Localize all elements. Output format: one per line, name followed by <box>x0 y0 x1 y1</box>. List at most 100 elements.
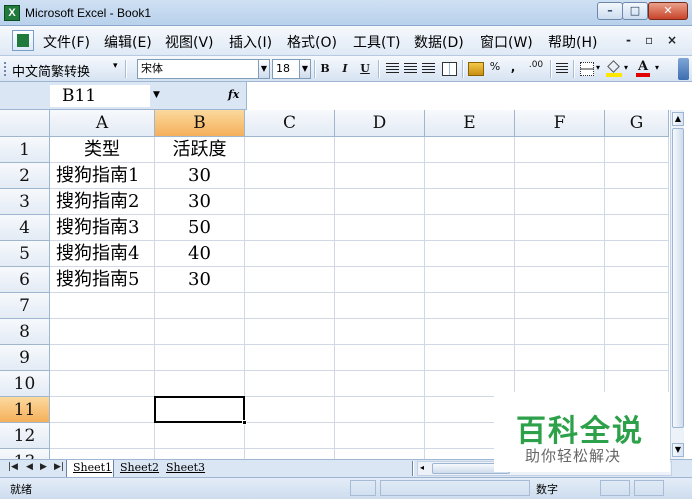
menu-insert[interactable]: 插入(I) <box>229 32 272 52</box>
cell-a5[interactable]: 搜狗指南4 <box>50 241 155 267</box>
scroll-down-icon[interactable]: ▼ <box>672 443 684 457</box>
cell-c7[interactable] <box>245 293 335 319</box>
cell-b10[interactable] <box>155 371 245 397</box>
font-size-dropdown-icon[interactable]: ▼ <box>299 59 311 79</box>
cell-f2[interactable] <box>515 163 605 189</box>
scroll-thumb[interactable] <box>672 128 684 428</box>
cell-e7[interactable] <box>425 293 515 319</box>
cell-e2[interactable] <box>425 163 515 189</box>
align-left-icon[interactable] <box>386 63 399 75</box>
cell-d7[interactable] <box>335 293 425 319</box>
sheet-tab-1[interactable]: Sheet1 <box>66 460 114 477</box>
cell-d3[interactable] <box>335 189 425 215</box>
tab-split-handle[interactable] <box>412 461 414 476</box>
cell-f3[interactable] <box>515 189 605 215</box>
cell-c2[interactable] <box>245 163 335 189</box>
maximize-button[interactable]: □ <box>622 2 648 20</box>
align-center-icon[interactable] <box>404 63 417 75</box>
percent-button[interactable]: % <box>488 60 502 78</box>
close-button[interactable]: ✕ <box>648 2 688 20</box>
fill-handle[interactable] <box>242 420 247 425</box>
sheet-tab-3[interactable]: Sheet3 <box>164 460 212 477</box>
cell-a12[interactable] <box>50 423 155 449</box>
doc-minimize-button[interactable]: - <box>626 33 631 47</box>
cell-b7[interactable] <box>155 293 245 319</box>
cell-c4[interactable] <box>245 215 335 241</box>
vertical-scrollbar[interactable]: ▲ ▼ <box>670 110 684 459</box>
cell-g9[interactable] <box>605 345 669 371</box>
cell-e1[interactable] <box>425 137 515 163</box>
previous-sheet-icon[interactable]: ◀ <box>26 462 33 472</box>
row-header-4[interactable]: 4 <box>0 215 50 241</box>
name-box[interactable]: B11 <box>50 85 150 107</box>
cell-e8[interactable] <box>425 319 515 345</box>
menu-window[interactable]: 窗口(W) <box>480 32 533 52</box>
cell-g3[interactable] <box>605 189 669 215</box>
menu-file[interactable]: 文件(F) <box>43 32 90 52</box>
cell-b3[interactable]: 30 <box>155 189 245 215</box>
cell-g6[interactable] <box>605 267 669 293</box>
borders-icon[interactable] <box>580 62 594 76</box>
name-box-dropdown-icon[interactable]: ▼ <box>153 90 160 100</box>
cell-d13[interactable] <box>335 449 425 459</box>
first-sheet-icon[interactable]: |◀ <box>8 462 18 472</box>
cell-a3[interactable]: 搜狗指南2 <box>50 189 155 215</box>
cell-b8[interactable] <box>155 319 245 345</box>
column-header-c[interactable]: C <box>245 110 335 137</box>
column-header-f[interactable]: F <box>515 110 605 137</box>
chevron-down-icon[interactable]: ▾ <box>624 63 628 72</box>
cell-b1[interactable]: 活跃度 <box>155 137 245 163</box>
decrease-indent-icon[interactable] <box>556 63 568 75</box>
chevron-down-icon[interactable]: ▾ <box>655 63 659 72</box>
cell-e4[interactable] <box>425 215 515 241</box>
cell-c13[interactable] <box>245 449 335 459</box>
column-header-g[interactable]: G <box>605 110 669 137</box>
row-header-7[interactable]: 7 <box>0 293 50 319</box>
cell-g4[interactable] <box>605 215 669 241</box>
cell-g2[interactable] <box>605 163 669 189</box>
cell-b5[interactable]: 40 <box>155 241 245 267</box>
cell-c5[interactable] <box>245 241 335 267</box>
row-header-6[interactable]: 6 <box>0 267 50 293</box>
cell-g5[interactable] <box>605 241 669 267</box>
cell-e3[interactable] <box>425 189 515 215</box>
cell-a7[interactable] <box>50 293 155 319</box>
currency-icon[interactable] <box>468 62 484 76</box>
toolbar-options-icon[interactable] <box>678 58 689 80</box>
row-header-1[interactable]: 1 <box>0 137 50 163</box>
italic-button[interactable]: I <box>338 60 352 78</box>
column-header-d[interactable]: D <box>335 110 425 137</box>
cell-g8[interactable] <box>605 319 669 345</box>
column-header-a[interactable]: A <box>50 110 155 137</box>
cell-f8[interactable] <box>515 319 605 345</box>
cell-a6[interactable]: 搜狗指南5 <box>50 267 155 293</box>
formula-input[interactable] <box>246 82 692 110</box>
cell-g7[interactable] <box>605 293 669 319</box>
fill-color-icon[interactable] <box>606 60 622 77</box>
font-color-icon[interactable]: A <box>636 59 650 77</box>
cell-a1[interactable]: 类型 <box>50 137 155 163</box>
scroll-left-icon[interactable]: ◂ <box>420 463 424 472</box>
toolbar-grip[interactable] <box>4 62 7 76</box>
font-size-select[interactable]: 18 <box>272 59 300 79</box>
selected-cell-outline[interactable] <box>154 396 245 423</box>
next-sheet-icon[interactable]: ▶ <box>40 462 47 472</box>
menu-data[interactable]: 数据(D) <box>414 32 464 52</box>
cell-a4[interactable]: 搜狗指南3 <box>50 215 155 241</box>
cell-d6[interactable] <box>335 267 425 293</box>
doc-close-button[interactable]: × <box>667 33 677 47</box>
font-name-select[interactable]: 宋体 <box>137 59 259 79</box>
sheet-tab-2[interactable]: Sheet2 <box>116 460 164 477</box>
bold-button[interactable]: B <box>318 60 332 78</box>
menu-tools[interactable]: 工具(T) <box>353 32 400 52</box>
cell-a10[interactable] <box>50 371 155 397</box>
cell-a9[interactable] <box>50 345 155 371</box>
cell-a8[interactable] <box>50 319 155 345</box>
cell-b2[interactable]: 30 <box>155 163 245 189</box>
cell-b13[interactable] <box>155 449 245 459</box>
minimize-button[interactable]: – <box>597 2 623 20</box>
cell-e6[interactable] <box>425 267 515 293</box>
row-header-5[interactable]: 5 <box>0 241 50 267</box>
cell-c8[interactable] <box>245 319 335 345</box>
cell-b4[interactable]: 50 <box>155 215 245 241</box>
